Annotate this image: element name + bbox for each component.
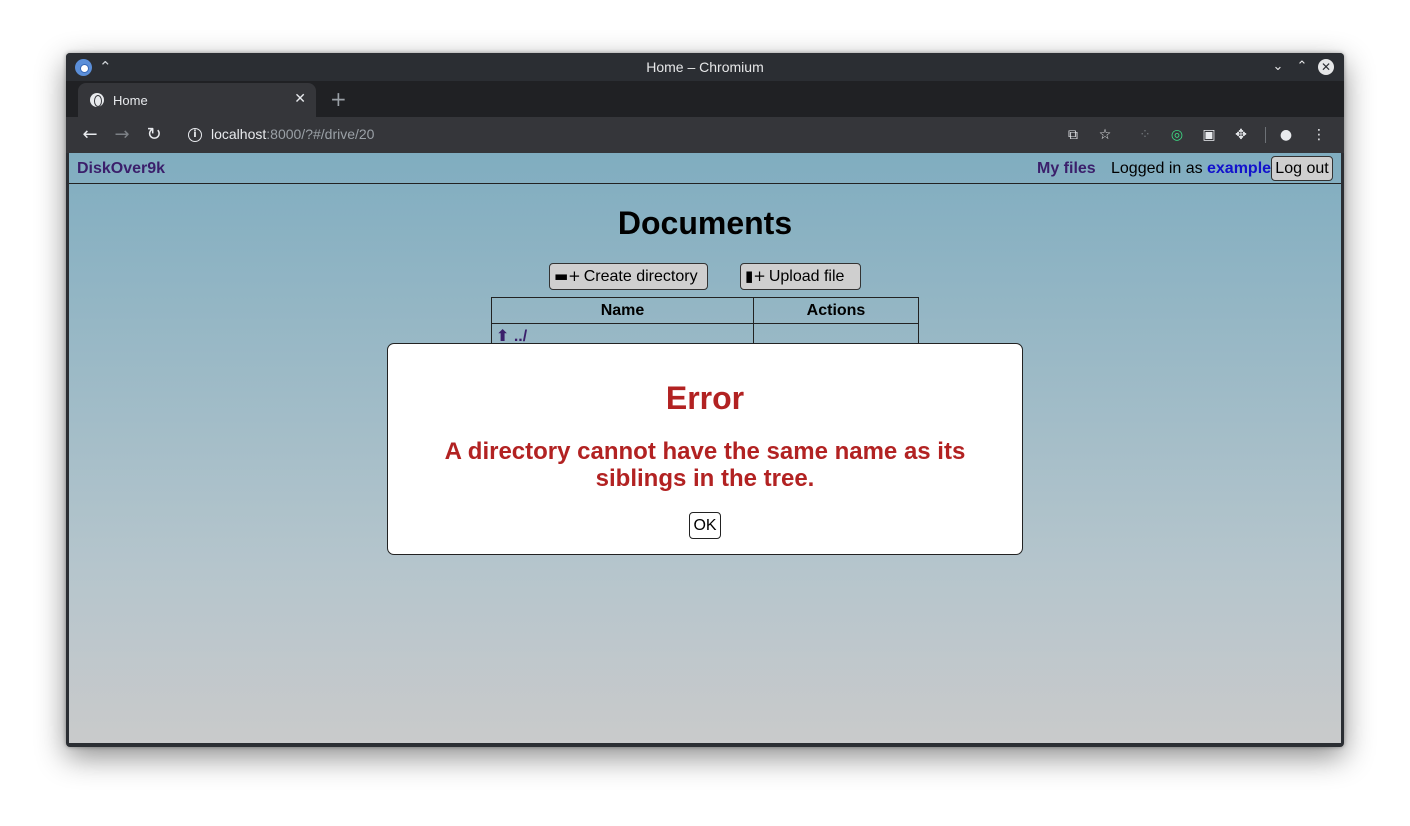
extension-move-icon[interactable]: ✥ (1232, 126, 1250, 144)
url-host: localhost (211, 126, 267, 142)
page-title: Documents (617, 205, 793, 241)
logged-in-label: Logged in as (1111, 160, 1203, 177)
bookmark-star-icon[interactable]: ☆ (1096, 126, 1114, 144)
tab-close-icon[interactable]: ✕ (294, 91, 306, 107)
file-table: Name Actions ⬆ ../ (491, 297, 919, 348)
browser-toolbar: ← → ↻ i localhost:8000/?#/drive/20 ⧉ ☆ ⁘… (66, 117, 1344, 153)
ok-button[interactable]: OK (689, 512, 721, 539)
translate-icon[interactable]: ⧉ (1064, 126, 1082, 144)
new-tab-button[interactable]: + (330, 87, 347, 111)
back-button[interactable]: ← (79, 124, 101, 146)
column-header-name: Name (491, 297, 754, 324)
forward-button[interactable]: → (111, 124, 133, 146)
folder-plus-icon: ▬+ (554, 267, 581, 285)
error-dialog: Error A directory cannot have the same n… (387, 343, 1023, 555)
window-close-icon[interactable]: ✕ (1318, 59, 1334, 75)
window-title: Home – Chromium (646, 59, 764, 75)
page-viewport: DiskOver9k My files Logged in as example… (69, 153, 1341, 743)
brand-link[interactable]: DiskOver9k (77, 160, 165, 178)
arrow-up-icon: ⬆ (496, 325, 510, 345)
menu-kebab-icon[interactable]: ⋮ (1310, 126, 1328, 144)
upload-file-button[interactable]: ▮+ Upload file (740, 263, 861, 290)
dialog-title: Error (665, 380, 745, 416)
column-header-actions: Actions (753, 297, 919, 324)
toolbar-separator (1265, 127, 1266, 143)
upload-file-label: Upload file (768, 268, 845, 285)
logout-button[interactable]: Log out (1271, 156, 1333, 181)
my-files-link[interactable]: My files (1037, 160, 1096, 178)
extension-target-icon[interactable]: ◎ (1168, 126, 1186, 144)
username-link[interactable]: example (1207, 160, 1271, 178)
address-bar[interactable]: localhost:8000/?#/drive/20 (211, 126, 374, 142)
minimize-icon[interactable]: ⌄ (1270, 59, 1286, 75)
app-navbar: DiskOver9k My files Logged in as example… (69, 153, 1341, 184)
tab-strip: Home ✕ + (66, 81, 1344, 117)
site-info-icon[interactable]: i (188, 128, 202, 142)
dialog-message: A directory cannot have the same name as… (444, 438, 966, 492)
tab-home[interactable]: Home ✕ (78, 83, 316, 117)
maximize-icon[interactable]: ⌃ (1294, 59, 1310, 75)
globe-icon (90, 93, 104, 107)
tab-title: Home (113, 93, 148, 108)
browser-window: ⌃ Home – Chromium ⌄ ⌃ ✕ Home ✕ + ← → ↻ i… (66, 53, 1344, 747)
url-path: :8000/?#/drive/20 (266, 126, 375, 142)
reload-button[interactable]: ↻ (143, 124, 165, 146)
create-directory-label: Create directory (583, 268, 698, 285)
extension-loading-icon[interactable]: ⁘ (1136, 126, 1154, 144)
table-header-row: Name Actions (491, 297, 919, 324)
window-titlebar: ⌃ Home – Chromium ⌄ ⌃ ✕ (66, 53, 1344, 81)
extension-cube-icon[interactable]: ▣ (1200, 126, 1218, 144)
file-plus-icon: ▮+ (745, 267, 766, 285)
profile-icon[interactable]: ● (1277, 126, 1295, 144)
create-directory-button[interactable]: ▬+ Create directory (549, 263, 708, 290)
